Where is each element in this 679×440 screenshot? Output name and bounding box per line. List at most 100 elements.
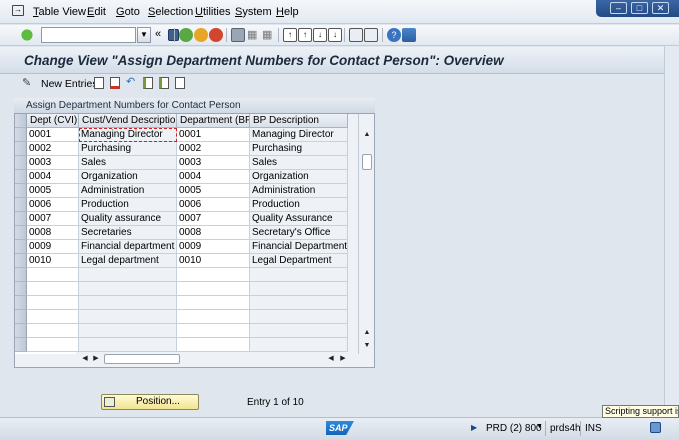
find-icon[interactable]: ▦ (247, 28, 261, 42)
col-header-bp-description[interactable]: BP Description (250, 114, 348, 128)
enter-icon[interactable] (20, 28, 34, 42)
cell-department-bp[interactable] (177, 296, 250, 310)
next-page-icon[interactable]: ↓ (313, 28, 327, 42)
horizontal-scroll-thumb[interactable] (104, 354, 180, 364)
input-mode[interactable]: INS (585, 423, 602, 434)
row-selector[interactable] (15, 156, 27, 170)
undo-icon[interactable]: ↶ (126, 76, 138, 89)
display-change-icon[interactable]: ✎ (22, 77, 35, 89)
deselect-all-icon[interactable] (175, 77, 185, 89)
menu-utilities[interactable]: Utilities (195, 6, 230, 18)
row-selector[interactable] (15, 268, 27, 282)
row-selector[interactable] (15, 170, 27, 184)
menu-system[interactable]: System (235, 6, 272, 18)
command-field[interactable] (41, 27, 136, 43)
cell-department-bp[interactable]: 0009 (177, 240, 250, 254)
minimize-icon[interactable]: – (610, 2, 627, 14)
col-header-cust-vend-description[interactable]: Cust/Vend Description (79, 114, 177, 128)
col-header-department-bp[interactable]: Department (BP) (177, 114, 250, 128)
row-selector[interactable] (15, 212, 27, 226)
cell-dept-cvi (27, 296, 79, 310)
row-selector[interactable] (15, 324, 27, 338)
cancel-icon[interactable] (209, 28, 223, 42)
row-selector[interactable] (15, 338, 27, 352)
row-selector[interactable] (15, 310, 27, 324)
new-entries-button[interactable]: New Entries (41, 78, 98, 90)
cell-department-bp[interactable]: 0005 (177, 184, 250, 198)
row-selector[interactable] (15, 282, 27, 296)
table-grid: Dept (CVI) Cust/Vend Description Departm… (15, 114, 348, 354)
cell-department-bp[interactable]: 0002 (177, 142, 250, 156)
vertical-scrollbar[interactable]: ▲ ▲ ▼ (358, 114, 374, 354)
print-icon[interactable] (231, 28, 245, 42)
shortcut-icon[interactable] (364, 28, 378, 42)
scroll-thumb[interactable] (362, 154, 372, 170)
sap-logo: SAP (326, 421, 354, 435)
select-block-icon[interactable] (159, 77, 169, 89)
back-icon[interactable] (179, 28, 193, 42)
last-page-icon[interactable]: ↓ (328, 28, 342, 42)
row-selector[interactable] (15, 296, 27, 310)
cell-department-bp[interactable]: 0008 (177, 226, 250, 240)
menu-exit-icon[interactable]: → (12, 5, 24, 16)
cell-cust-vend-description: Managing Director (79, 128, 177, 142)
previous-page-icon[interactable]: ↑ (298, 28, 312, 42)
scroll-up-icon[interactable]: ▲ (362, 130, 372, 140)
cell-department-bp[interactable]: 0010 (177, 254, 250, 268)
row-selector[interactable] (15, 254, 27, 268)
cell-department-bp[interactable]: 0004 (177, 170, 250, 184)
layout-icon[interactable] (402, 28, 416, 42)
cell-dept-cvi (27, 282, 79, 296)
delete-icon[interactable] (110, 77, 120, 89)
menu-help[interactable]: Help (276, 6, 299, 18)
close-icon[interactable]: ✕ (652, 2, 669, 14)
cell-department-bp[interactable]: 0001 (177, 128, 250, 142)
help-icon[interactable]: ? (387, 28, 401, 42)
cell-department-bp[interactable] (177, 338, 250, 352)
history-collapse-icon[interactable]: « (155, 28, 169, 42)
toolbar-separator (174, 28, 175, 42)
scroll-down-icon[interactable]: ▼ (362, 341, 372, 351)
cell-department-bp[interactable]: 0006 (177, 198, 250, 212)
row-selector[interactable] (15, 240, 27, 254)
standard-toolbar: ▼ « ▦ ▦ ↑ ↑ ↓ ↓ ? (0, 25, 679, 46)
cell-department-bp[interactable] (177, 310, 250, 324)
row-selector[interactable] (15, 184, 27, 198)
cell-department-bp[interactable]: 0007 (177, 212, 250, 226)
menu-selection[interactable]: Selection (148, 6, 193, 18)
row-selector[interactable] (15, 226, 27, 240)
scroll-up-small-icon[interactable]: ▲ (362, 328, 372, 338)
find-next-icon[interactable]: ▦ (262, 28, 276, 42)
exit-icon[interactable] (194, 28, 208, 42)
row-selector[interactable] (15, 198, 27, 212)
cell-department-bp[interactable]: 0003 (177, 156, 250, 170)
menu-table-view[interactable]: Table View (33, 6, 86, 18)
scroll-left-icon[interactable]: ◀ (80, 354, 90, 364)
cell-cust-vend-description: Purchasing (79, 142, 177, 156)
cell-department-bp[interactable] (177, 282, 250, 296)
menu-goto[interactable]: Goto (116, 6, 140, 18)
system-dropdown-icon[interactable]: ▼ (536, 423, 543, 430)
cell-bp-description: Administration (250, 184, 348, 198)
cell-cust-vend-description (79, 282, 177, 296)
scroll-right-small-icon[interactable]: ▶ (91, 354, 101, 364)
select-all-icon[interactable] (143, 77, 153, 89)
horizontal-scrollbar[interactable]: ◀ ▶ ◀ ▶ (76, 352, 358, 366)
select-all-rows-corner[interactable] (15, 114, 27, 128)
scroll-left-end-icon[interactable]: ◀ (326, 354, 336, 364)
menu-edit[interactable]: Edit (87, 6, 106, 18)
cell-bp-description (250, 324, 348, 338)
status-expand-icon[interactable]: ▶ (471, 423, 477, 432)
copy-icon[interactable] (94, 77, 104, 89)
row-selector[interactable] (15, 128, 27, 142)
command-field-dropdown-icon[interactable]: ▼ (137, 27, 151, 43)
cell-department-bp[interactable] (177, 324, 250, 338)
col-header-dept-cvi[interactable]: Dept (CVI) (27, 114, 79, 128)
create-session-icon[interactable] (349, 28, 363, 42)
scroll-right-icon[interactable]: ▶ (338, 354, 348, 364)
row-selector[interactable] (15, 142, 27, 156)
position-button[interactable]: Position... (101, 394, 199, 410)
first-page-icon[interactable]: ↑ (283, 28, 297, 42)
maximize-icon[interactable]: □ (631, 2, 648, 14)
cell-department-bp[interactable] (177, 268, 250, 282)
